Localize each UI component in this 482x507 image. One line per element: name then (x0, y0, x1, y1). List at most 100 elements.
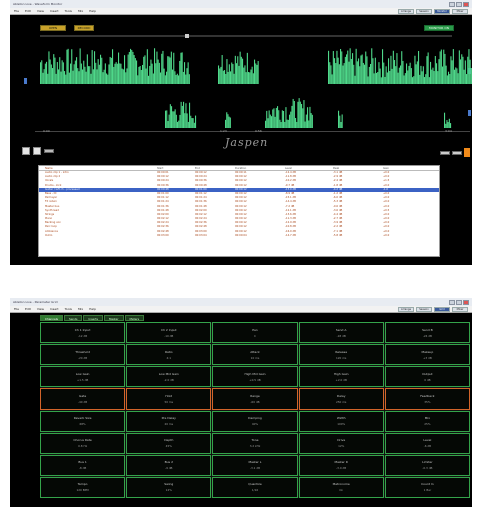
tab-session[interactable]: Session (416, 8, 432, 14)
menu-insert[interactable]: Insert (50, 307, 59, 311)
parameter-cell[interactable]: Master R -3.0 dB (298, 454, 384, 476)
parameter-cell[interactable]: Attack 10 ms (212, 344, 298, 366)
column-header[interactable]: Gain (383, 166, 433, 170)
parameter-cell[interactable]: Low Mid Gain -2.0 dB (126, 366, 212, 388)
maximize-button[interactable] (456, 1, 462, 7)
parameter-cell[interactable]: Tempo 120 BPM (40, 476, 126, 498)
parameter-cell[interactable]: Delay 250 ms (298, 388, 384, 410)
column-header[interactable]: Start (157, 166, 195, 170)
column-header[interactable]: Name (39, 166, 157, 170)
column-header[interactable]: Duration (235, 166, 285, 170)
scrubber-handle[interactable] (185, 34, 189, 38)
menu-mix[interactable]: Mix (78, 307, 83, 311)
parameter-cell[interactable]: Send B -24 dB (384, 322, 470, 344)
record-button[interactable]: RECORD (74, 25, 94, 31)
timeline-ruler[interactable]: 0:00 1:23 0:56 3:04 (35, 128, 470, 134)
tab-mixer[interactable]: Mixer (452, 306, 468, 312)
parameter-label: Output (422, 371, 433, 376)
parameter-cell[interactable]: Chorus Rate 0.8 Hz (40, 432, 126, 454)
minimize-button[interactable] (449, 1, 455, 7)
parameter-cell[interactable]: Range -60 dB (212, 388, 298, 410)
tab-sends[interactable]: Sends (63, 315, 83, 321)
menu-insert[interactable]: Insert (50, 9, 59, 13)
column-header[interactable]: Peak (333, 166, 383, 170)
parameter-cell[interactable]: Count In 1 Bar (384, 476, 470, 498)
parameter-cell[interactable]: Pan C (212, 322, 298, 344)
close-button[interactable] (463, 1, 469, 7)
waveform-track-2[interactable] (40, 88, 472, 128)
loop-toggle[interactable] (44, 149, 54, 153)
parameter-cell[interactable]: Swing 12% (126, 476, 212, 498)
menu-mix[interactable]: Mix (78, 9, 83, 13)
menu-view[interactable]: View (37, 307, 44, 311)
menu-edit[interactable]: Edit (25, 9, 31, 13)
tab-master[interactable]: Master (103, 315, 124, 321)
menu-view[interactable]: View (37, 9, 44, 13)
maximize-button[interactable] (456, 299, 462, 305)
parameter-cell[interactable]: Drive 12% (298, 432, 384, 454)
column-header[interactable]: End (195, 166, 235, 170)
menu-file[interactable]: File (14, 9, 19, 13)
parameter-cell[interactable]: Master L -3.1 dB (212, 454, 298, 476)
parameter-value: +2.0 dB (335, 377, 347, 382)
parameter-cell[interactable]: Makeup +3 dB (384, 344, 470, 366)
tab-arrange[interactable]: Arrange (398, 8, 414, 14)
zoom-out-button[interactable] (440, 150, 450, 155)
parameter-cell[interactable]: High Gain +2.0 dB (298, 366, 384, 388)
open-button[interactable]: OPEN (40, 25, 66, 31)
parameter-cell[interactable]: Width 100% (298, 410, 384, 432)
tab-session[interactable]: Session (416, 306, 432, 312)
menu-help[interactable]: Help (89, 9, 96, 13)
close-button[interactable] (463, 299, 469, 305)
parameter-cell[interactable]: Threshold -20 dB (40, 344, 126, 366)
play-icon[interactable] (22, 147, 30, 155)
menu-tools[interactable]: Tools (65, 307, 72, 311)
parameter-cell[interactable]: Level -6 dB (384, 432, 470, 454)
parameter-cell[interactable]: Release 120 ms (298, 344, 384, 366)
parameter-cell[interactable]: Quantize 1/16 (212, 476, 298, 498)
parameter-label: Reverb Size (73, 416, 92, 421)
zoom-in-button[interactable] (452, 150, 462, 155)
parameter-cell[interactable]: Send A -18 dB (298, 322, 384, 344)
parameter-cell[interactable]: Pre Delay 20 ms (126, 410, 212, 432)
parameter-cell[interactable]: Ch 1 Input -12 dB (40, 322, 126, 344)
parameter-cell[interactable]: Depth 45% (126, 432, 212, 454)
stop-icon[interactable] (33, 147, 41, 155)
parameter-cell[interactable]: Output 0 dB (384, 366, 470, 388)
parameter-cell[interactable]: Damping 40% (212, 410, 298, 432)
parameter-value: 1/16 (251, 488, 259, 493)
tab-monitor[interactable]: Monitor (434, 8, 450, 14)
tab-grid[interactable]: Grid (434, 306, 450, 312)
tab-mixer[interactable]: Mixer (452, 8, 468, 14)
parameter-cell[interactable]: Ch 2 Input -10 dB (126, 322, 212, 344)
monitor-status-button[interactable]: MONITOR ON (424, 25, 454, 31)
position-scrubber[interactable] (40, 34, 452, 38)
parameter-cell[interactable]: High Mid Gain +0.5 dB (212, 366, 298, 388)
parameter-cell[interactable]: Limiter -0.3 dB (384, 454, 470, 476)
parameter-cell[interactable]: Gate -40 dB (40, 388, 126, 410)
column-header[interactable]: Level (285, 166, 333, 170)
tab-arrange[interactable]: Arrange (398, 306, 414, 312)
record-arm-icon[interactable] (464, 148, 470, 157)
tab-channels[interactable]: Channels (40, 315, 63, 321)
parameter-cell[interactable]: Bus 1 -8 dB (40, 454, 126, 476)
parameter-cell[interactable]: Feedback 35% (384, 388, 470, 410)
tab-inserts[interactable]: Inserts (83, 315, 103, 321)
menu-help[interactable]: Help (89, 307, 96, 311)
menu-file[interactable]: File (14, 307, 19, 311)
menu-tools[interactable]: Tools (65, 9, 72, 13)
parameter-cell[interactable]: Mix 25% (384, 410, 470, 432)
menu-edit[interactable]: Edit (25, 307, 31, 311)
tab-meters[interactable]: Meters (124, 315, 145, 321)
parameter-cell[interactable]: Ratio 4:1 (126, 344, 212, 366)
parameter-cell[interactable]: Metronome On (298, 476, 384, 498)
table-row[interactable]: Outro 00:03:00 00:03:04 00:00:04 -14.7 dB -5.… (39, 234, 439, 238)
parameter-cell[interactable]: Reverb Size 68% (40, 410, 126, 432)
parameter-cell[interactable]: Bus 2 -9 dB (126, 454, 212, 476)
parameter-value: 1 Bar (423, 488, 432, 493)
parameter-cell[interactable]: Low Gain +1.5 dB (40, 366, 126, 388)
minimize-button[interactable] (449, 299, 455, 305)
parameter-cell[interactable]: Tone 3.2 kHz (212, 432, 298, 454)
waveform-track-1[interactable] (40, 40, 472, 84)
parameter-cell[interactable]: Hold 50 ms (126, 388, 212, 410)
